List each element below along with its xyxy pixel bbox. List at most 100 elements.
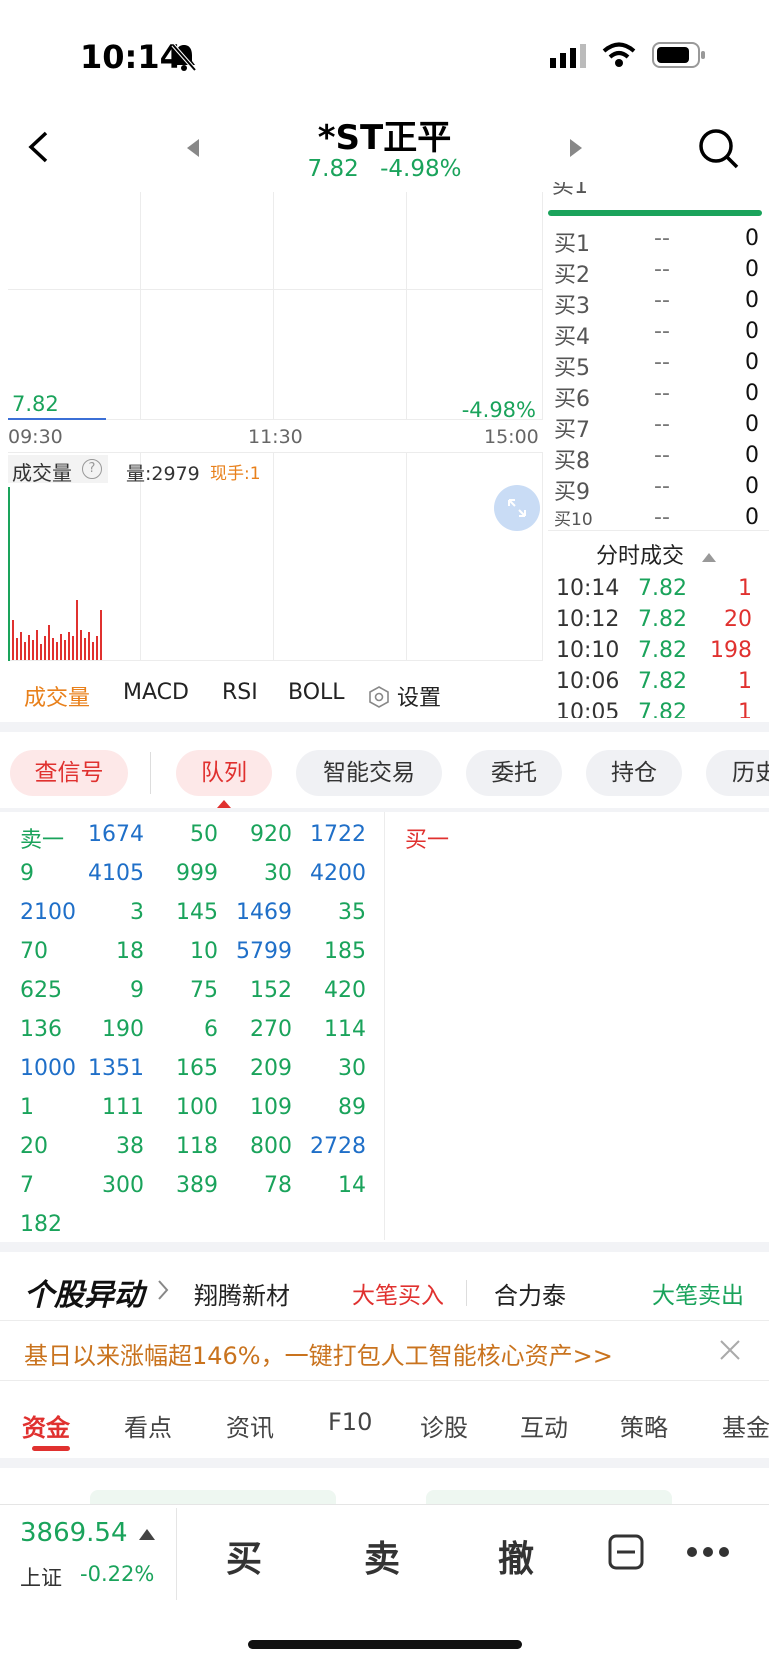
btab-capital[interactable]: 资金	[22, 1408, 70, 1443]
volume-chart[interactable]: 成交量 ? 量:2979 现手:1	[8, 452, 543, 661]
alert-stock-1[interactable]: 翔腾新材	[194, 1276, 290, 1311]
stock-alerts-title[interactable]: 个股异动	[24, 1270, 144, 1314]
btab-f10[interactable]: F10	[328, 1408, 372, 1436]
indicator-tab-macd[interactable]: MACD	[123, 680, 189, 705]
btab-interact[interactable]: 互动	[520, 1408, 568, 1443]
alert-stock-2[interactable]: 合力泰	[494, 1276, 566, 1311]
queue-cell: 999	[176, 861, 218, 886]
triangle-right-icon	[570, 139, 582, 157]
queue-buy-label: 买一	[405, 828, 450, 853]
close-promo-button[interactable]	[718, 1338, 742, 1366]
orderbook-volume: 0	[745, 257, 759, 282]
queue-cell: 30	[264, 861, 292, 886]
orderbook-row: 买9 -- 0	[554, 474, 759, 505]
index-change: -0.22%	[80, 1562, 155, 1586]
volume-bar	[60, 634, 62, 660]
queue-cell: 182	[20, 1212, 62, 1237]
trade-row: 10:06 7.82 1	[556, 669, 752, 699]
btab-diagnosis[interactable]: 诊股	[420, 1408, 468, 1443]
orderbook-volume: 0	[745, 288, 759, 313]
tab-smart-trade[interactable]: 智能交易	[296, 750, 442, 796]
alert-tag-2: 大笔卖出	[652, 1283, 744, 1309]
queue-cell: 270	[250, 1017, 292, 1042]
wifi-icon	[602, 42, 636, 72]
volume-bar	[96, 636, 98, 660]
tick-trades-header[interactable]: 分时成交	[596, 538, 717, 570]
queue-cell: 6	[204, 1017, 218, 1042]
queue-cell: 75	[190, 978, 218, 1003]
orderbook-volume: 0	[745, 474, 759, 499]
chart-price-label: 7.82	[12, 392, 59, 416]
queue-cell: 10	[190, 939, 218, 964]
queue-cell: 50	[190, 822, 218, 847]
time-tick-mid: 11:30	[248, 426, 303, 448]
queue-cell: 1722	[310, 822, 366, 847]
queue-cell: 100	[176, 1095, 218, 1120]
volume-bar	[68, 632, 70, 660]
queue-cell: 1674	[88, 822, 144, 847]
intraday-chart[interactable]: 7.82 -4.98%	[8, 192, 543, 422]
indicator-tab-rsi[interactable]: RSI	[222, 680, 258, 705]
tab-check-signal[interactable]: 查信号	[10, 750, 128, 796]
orderbook-row: 买5 -- 0	[554, 350, 759, 381]
volume-label: 成交量	[12, 461, 72, 485]
signal-icon	[550, 44, 590, 72]
trade-price: 7.82	[638, 638, 687, 663]
tab-history[interactable]: 历史	[706, 750, 769, 796]
orderbook-price: --	[654, 288, 670, 313]
queue-cell: 111	[102, 1095, 144, 1120]
volume-bar	[24, 642, 26, 660]
index-name: 上证	[20, 1566, 62, 1590]
btab-fund[interactable]: 基金	[722, 1408, 769, 1443]
volume-bar	[20, 632, 22, 660]
volume-bar	[44, 636, 46, 660]
trade-row: 10:10 7.82 198	[556, 638, 752, 668]
btab-news[interactable]: 资讯	[226, 1408, 274, 1443]
trade-time: 10:14	[556, 576, 620, 601]
chevron-right-icon	[156, 1278, 170, 1306]
cancel-order-button[interactable]: 撤	[498, 1530, 534, 1582]
queue-cell: 114	[324, 1017, 366, 1042]
search-button[interactable]	[698, 128, 740, 174]
queue-cell: 300	[102, 1173, 144, 1198]
queue-cell: 185	[324, 939, 366, 964]
btab-strategy[interactable]: 策略	[620, 1408, 668, 1443]
header-change: -4.98%	[380, 156, 462, 182]
trade-row: 10:14 7.82 1	[556, 576, 752, 606]
sell-button[interactable]: 卖	[364, 1530, 400, 1582]
indicator-tab-boll[interactable]: BOLL	[288, 680, 345, 705]
queue-cell: 5799	[236, 939, 292, 964]
tab-positions[interactable]: 持仓	[586, 750, 682, 796]
indicator-settings[interactable]: 设置	[368, 680, 441, 712]
queue-cell: 78	[264, 1173, 292, 1198]
promo-banner[interactable]: 基日以来涨幅超146%，一键打包人工智能核心资产>>	[24, 1336, 613, 1371]
btab-highlights[interactable]: 看点	[124, 1408, 172, 1443]
orderbook-row: 买6 -- 0	[554, 381, 759, 412]
next-stock-button[interactable]	[568, 138, 584, 162]
gear-icon	[369, 686, 389, 708]
indicator-tab-volume[interactable]: 成交量	[24, 680, 90, 712]
mute-icon	[170, 42, 198, 76]
orderbook-price: --	[654, 381, 670, 406]
buy-button[interactable]: 买	[226, 1530, 262, 1582]
trade-volume: 198	[710, 638, 752, 663]
orderbook-volume: 0	[745, 505, 759, 530]
trade-volume: 1	[738, 669, 752, 694]
trade-price: 7.82	[638, 669, 687, 694]
tab-orders[interactable]: 委托	[466, 750, 562, 796]
queue-sell-label: 卖一	[20, 828, 65, 853]
index-value[interactable]: 3869.54	[20, 1518, 156, 1548]
volume-bar	[100, 610, 102, 660]
help-icon[interactable]: ?	[82, 459, 102, 479]
minimize-button[interactable]	[608, 1534, 644, 1574]
orderbook-volume: 0	[745, 319, 759, 344]
orderbook-label: 买5	[554, 356, 590, 381]
tab-queue[interactable]: 队列	[176, 750, 272, 796]
queue-cell: 14	[338, 1173, 366, 1198]
volume-bar	[76, 600, 78, 660]
orderbook-label: 买8	[554, 449, 590, 474]
orderbook-volume: 0	[745, 350, 759, 375]
expand-chart-button[interactable]	[494, 485, 540, 531]
queue-cell: 3	[130, 900, 144, 925]
more-button[interactable]	[686, 1544, 730, 1563]
